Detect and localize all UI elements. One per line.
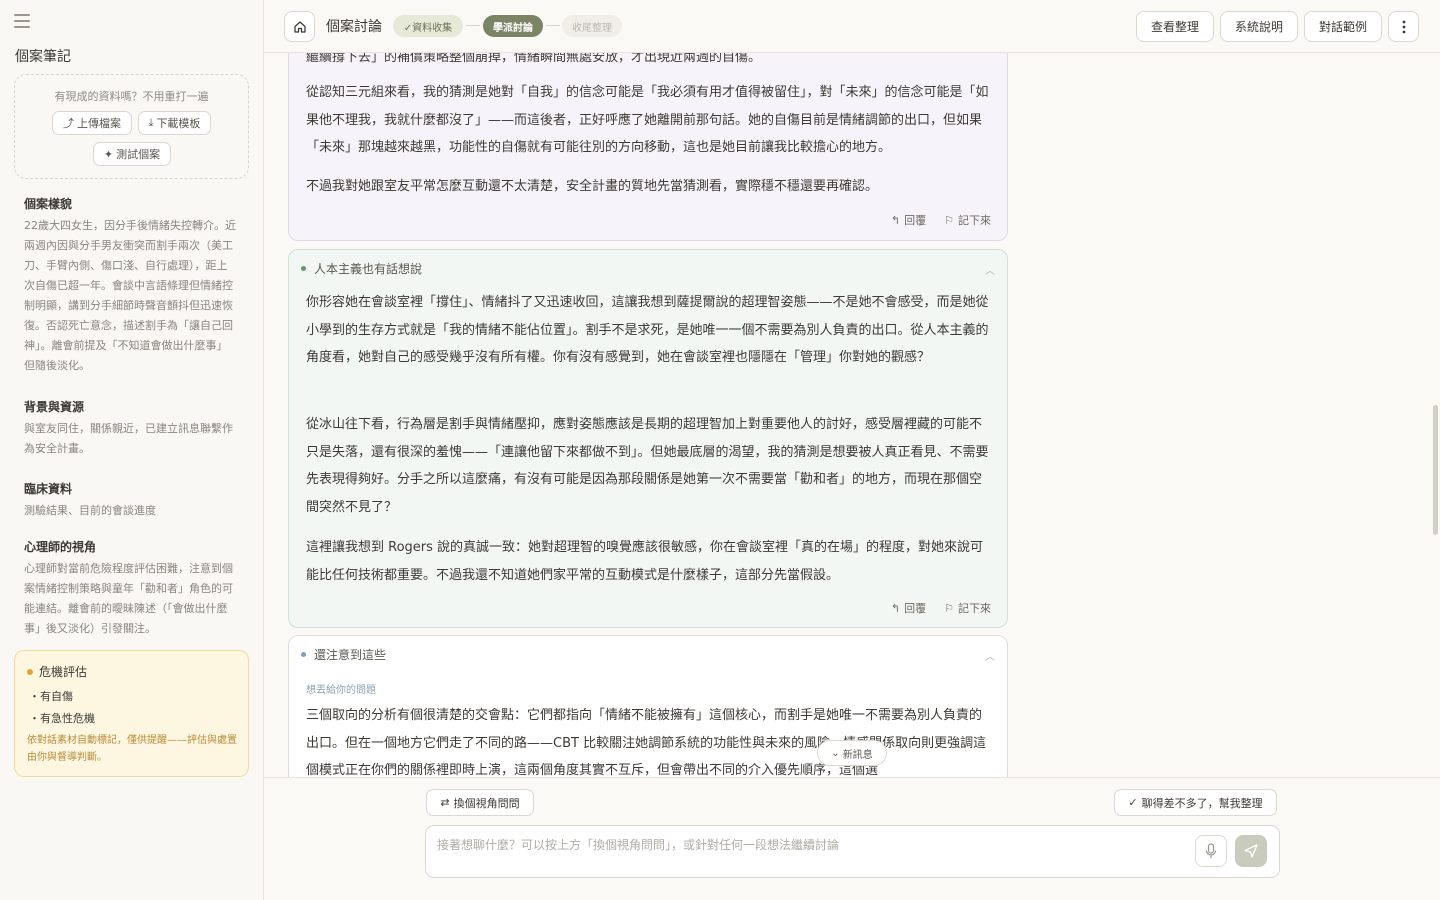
bookmark-icon: ⚐ — [944, 213, 954, 227]
status-dot-icon — [301, 266, 306, 271]
send-icon — [1244, 844, 1258, 858]
summarize-label: 聊得差不多了，幫我整理 — [1141, 796, 1263, 810]
crisis-note: 依對話素材自動標記，僅供提醒——評估與處置由你與督導判斷。 — [27, 735, 237, 763]
collapse-chevron-icon[interactable]: ︿ — [985, 262, 995, 277]
section-background[interactable]: 背景與資源 與室友同住，關係親近，已建立訊息聯繫作為安全計畫。 — [24, 398, 236, 459]
message-paragraph: 你形容她在會談室裡「撐住」、情緒抖了又迅速收回，這讓我想到薩提爾說的超理智姿態—… — [306, 295, 989, 366]
new-message-label: 新訊息 — [842, 749, 873, 761]
section-title: 臨床資料 — [24, 482, 73, 496]
home-button[interactable] — [284, 11, 315, 42]
upload-file-label: 上傳檔案 — [77, 117, 121, 130]
bookmark-button[interactable]: ⚐ 記下來 — [944, 600, 991, 616]
more-vertical-icon — [1402, 20, 1405, 33]
test-case-button[interactable]: ✦ 測試個案 — [93, 142, 171, 166]
stage-wrap-up[interactable]: 收尾整理 — [562, 15, 622, 37]
bookmark-icon: ⚐ — [944, 601, 954, 615]
bookmark-label: 記下來 — [958, 602, 991, 615]
sidebar-title: 個案筆記 — [15, 49, 71, 65]
reply-label: 回覆 — [904, 214, 927, 227]
test-case-label: 測試個案 — [116, 148, 161, 161]
bookmark-button[interactable]: ⚐ 記下來 — [944, 212, 991, 228]
reply-button[interactable]: ↰ 回覆 — [891, 600, 926, 616]
sparkle-icon: ✦ — [103, 147, 114, 161]
message-actions: ↰ 回覆 ⚐ 記下來 — [891, 600, 991, 616]
download-icon: ⤓ — [148, 116, 154, 129]
reply-icon: ↰ — [890, 601, 901, 615]
top-bar: 個案討論 ✓資料收集 學派討論 收尾整理 查看整理 系統說明 對話範例 — [264, 0, 1440, 53]
chevron-down-icon: ⌄ — [831, 747, 840, 759]
section-body: 22歲大四女生，因分手後情緒失控轉介。近兩週內因與分手男友衝突而割手兩次（美工刀… — [24, 219, 236, 372]
voice-input-button[interactable] — [1195, 835, 1227, 867]
message-sublabel: 想丟給你的問題 — [306, 685, 376, 696]
section-clinical-data[interactable]: 臨床資料 測驗結果、目前的會談進度 — [24, 480, 236, 521]
section-body: 測驗結果、目前的會談進度 — [24, 504, 156, 517]
upload-panel: 有現成的資料嗎？不用重打一遍 ⤴ 上傳檔案 ⤓ 下載模板 ✦ 測試個案 — [14, 74, 249, 179]
message-paragraph: 這裡讓我想到 Rogers 說的真誠一致：她對超理智的嗅覺應該很敏感，你在會談室… — [306, 540, 984, 583]
switch-perspective-button[interactable]: ⇄ 換個視角問問 — [426, 789, 534, 816]
message-paragraph: 不過我對她跟室友平常怎麼互動還不太清楚，安全計畫的質地先當猜測看，實際穩不穩還要… — [306, 179, 879, 194]
upload-hint: 有現成的資料嗎？不用重打一遍 — [54, 90, 209, 103]
send-button[interactable] — [1235, 835, 1267, 867]
summarize-button[interactable]: ✓ 聊得差不多了，幫我整理 — [1114, 789, 1277, 816]
message-paragraph: 三個取向的分析有個很清楚的交會點：它們都指向「情緒不能被擁有」這個核心，而割手是… — [306, 708, 987, 777]
stage-connector — [546, 25, 560, 26]
scrollbar-thumb[interactable] — [1433, 405, 1438, 535]
section-body: 與室友同住，關係親近，已建立訊息聯繫作為安全計畫。 — [24, 422, 233, 455]
crisis-item: ・有自傷 — [29, 690, 73, 703]
crisis-assessment-panel: 危機評估 ・有自傷 ・有急性危機 依對話素材自動標記，僅供提醒——評估與處置由你… — [14, 650, 249, 777]
section-title: 心理師的視角 — [24, 540, 97, 554]
download-template-label: 下載模板 — [156, 117, 201, 130]
reply-icon: ↰ — [890, 213, 901, 227]
message-paragraph: 從認知三元組來看，我的猜測是她對「自我」的信念可能是「我必須有用才值得被留住」，… — [306, 85, 989, 156]
bookmark-label: 記下來 — [958, 214, 991, 227]
reply-button[interactable]: ↰ 回覆 — [891, 212, 926, 228]
section-body: 心理師對當前危險程度評估困難，注意到個案情緒控制策略與童年「勸和者」角色的可能連… — [24, 562, 233, 635]
upload-icon: ⤴ — [63, 117, 74, 130]
upload-file-button[interactable]: ⤴ 上傳檔案 — [52, 111, 132, 135]
reply-label: 回覆 — [904, 602, 927, 615]
dialogue-examples-button[interactable]: 對話範例 — [1304, 11, 1382, 42]
message-header[interactable]: 還注意到這些 — [301, 646, 386, 663]
section-title: 背景與資源 — [24, 400, 85, 414]
message-title: 還注意到這些 — [314, 648, 387, 662]
section-title: 個案樣貌 — [24, 197, 73, 211]
message-card-humanistic: 人本主義也有話想說 ︿ 你形容她在會談室裡「撐住」、情緒抖了又迅速收回，這讓我想… — [288, 249, 1008, 628]
switch-perspective-label: 換個視角問問 — [453, 796, 520, 810]
stage-connector — [466, 25, 480, 26]
stage-data-collection[interactable]: ✓資料收集 — [393, 15, 463, 37]
message-card-notes: 還注意到這些 ︿ 想丟給你的問題 三個取向的分析有個很清楚的交會點：它們都指向「… — [288, 635, 1008, 777]
message-input[interactable] — [437, 838, 1177, 852]
page-title: 個案討論 — [326, 19, 382, 35]
chat-area: 繼續撐下去」的補償策略整個崩掉，情緒瞬間無處安放，才出現近兩週的自傷。 從認知三… — [264, 53, 1440, 777]
message-paragraph: 繼續撐下去」的補償策略整個崩掉，情緒瞬間無處安放，才出現近兩週的自傷。 — [306, 53, 762, 65]
section-therapist-view[interactable]: 心理師的視角 心理師對當前危險程度評估困難，注意到個案情緒控制策略與童年「勸和者… — [24, 538, 236, 639]
swap-icon: ⇄ — [440, 796, 450, 809]
more-options-button[interactable] — [1388, 11, 1419, 42]
crisis-title: 危機評估 — [27, 663, 87, 680]
message-input-box — [425, 825, 1280, 878]
collapse-chevron-icon[interactable]: ︿ — [985, 648, 995, 663]
section-case-profile[interactable]: 個案樣貌 22歲大四女生，因分手後情緒失控轉介。近兩週內因與分手男友衝突而割手兩… — [24, 195, 236, 376]
stage-theory-discussion[interactable]: 學派討論 — [483, 15, 543, 37]
crisis-title-label: 危機評估 — [39, 665, 88, 679]
message-header[interactable]: 人本主義也有話想說 — [301, 260, 422, 277]
crisis-item: ・有急性危機 — [29, 712, 95, 725]
home-icon — [293, 20, 306, 33]
composer: ⇄ 換個視角問問 ✓ 聊得差不多了，幫我整理 — [264, 777, 1440, 900]
warning-dot-icon — [27, 668, 33, 675]
message-title: 人本主義也有話想說 — [314, 262, 423, 276]
message-paragraph: 從冰山往下看，行為層是割手與情緒壓抑，應對姿態應該是長期的超理智加上對重要他人的… — [306, 417, 989, 516]
system-help-button[interactable]: 系統說明 — [1220, 11, 1298, 42]
view-summary-button[interactable]: 查看整理 — [1136, 11, 1214, 42]
microphone-icon — [1205, 843, 1217, 858]
message-card-cbt: 繼續撐下去」的補償策略整個崩掉，情緒瞬間無處安放，才出現近兩週的自傷。 從認知三… — [288, 53, 1008, 241]
check-icon: ✓ — [1128, 796, 1138, 809]
sidebar: 個案筆記 有現成的資料嗎？不用重打一遍 ⤴ 上傳檔案 ⤓ 下載模板 ✦ 測試個案 個案… — [0, 0, 264, 900]
download-template-button[interactable]: ⤓ 下載模板 — [138, 111, 211, 135]
new-message-button[interactable]: ⌄ 新訊息 — [817, 740, 887, 766]
menu-icon[interactable] — [14, 14, 30, 28]
message-actions: ↰ 回覆 ⚐ 記下來 — [891, 212, 991, 228]
status-dot-icon — [301, 652, 306, 657]
